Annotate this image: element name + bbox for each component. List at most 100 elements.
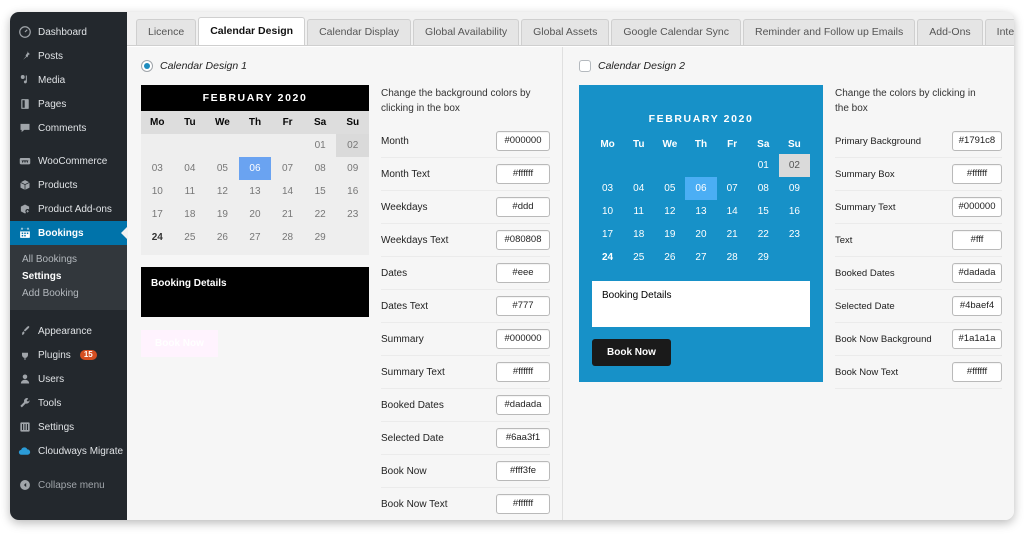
color-value-input[interactable]: #dadada — [496, 395, 550, 415]
tab-calendar-design[interactable]: Calendar Design — [198, 17, 306, 45]
sidebar-item-appearance[interactable]: Appearance — [10, 319, 127, 343]
calendar-day-cell[interactable]: 16 — [779, 200, 810, 223]
color-value-input[interactable]: #1791c8 — [952, 131, 1002, 151]
submenu-item-add-booking[interactable]: Add Booking — [10, 285, 127, 302]
calendar-day-cell[interactable]: 22 — [304, 203, 337, 226]
color-value-input[interactable]: #4baef4 — [952, 296, 1002, 316]
color-value-input[interactable]: #080808 — [496, 230, 550, 250]
calendar-day-cell[interactable]: 24 — [592, 246, 623, 269]
calendar-day-cell[interactable]: 09 — [779, 177, 810, 200]
calendar-design-2-checkbox[interactable] — [579, 60, 591, 72]
submenu-item-settings[interactable]: Settings — [10, 268, 127, 285]
calendar-day-cell[interactable]: 03 — [592, 177, 623, 200]
sidebar-item-media[interactable]: Media — [10, 68, 127, 92]
calendar-day-cell[interactable]: 27 — [239, 226, 272, 249]
sidebar-item-products[interactable]: Products — [10, 173, 127, 197]
calendar-design-1-radio[interactable] — [141, 60, 153, 72]
color-value-input[interactable]: #fff — [952, 230, 1002, 250]
tab-licence[interactable]: Licence — [136, 19, 197, 45]
sidebar-item-settings[interactable]: Settings — [10, 415, 127, 439]
calendar-day-cell[interactable]: 26 — [206, 226, 239, 249]
calendar-day-cell[interactable]: 19 — [654, 223, 685, 246]
sidebar-item-bookings[interactable]: Bookings — [10, 221, 127, 245]
calendar-day-cell[interactable]: 02 — [336, 134, 369, 157]
calendar-day-cell[interactable]: 12 — [654, 200, 685, 223]
calendar-day-cell[interactable]: 29 — [304, 226, 337, 249]
sidebar-item-users[interactable]: Users — [10, 367, 127, 391]
calendar-day-cell[interactable]: 11 — [174, 180, 207, 203]
calendar-day-cell[interactable]: 20 — [239, 203, 272, 226]
color-value-input[interactable]: #ffffff — [952, 164, 1002, 184]
calendar-day-cell[interactable]: 07 — [717, 177, 748, 200]
calendar-day-cell[interactable]: 10 — [141, 180, 174, 203]
tab-integrations[interactable]: Integrations — [984, 19, 1014, 45]
calendar-day-cell[interactable]: 08 — [748, 177, 779, 200]
calendar-day-cell[interactable]: 05 — [654, 177, 685, 200]
calendar-day-cell[interactable]: 14 — [717, 200, 748, 223]
calendar-day-cell[interactable]: 18 — [174, 203, 207, 226]
calendar-day-cell[interactable]: 21 — [271, 203, 304, 226]
tab-global-availability[interactable]: Global Availability — [413, 19, 520, 45]
color-value-input[interactable]: #777 — [496, 296, 550, 316]
calendar-day-cell[interactable]: 05 — [206, 157, 239, 180]
color-value-input[interactable]: #000000 — [496, 131, 550, 151]
calendar-day-cell[interactable]: 13 — [685, 200, 716, 223]
sidebar-item-comments[interactable]: Comments — [10, 116, 127, 140]
color-value-input[interactable]: #000000 — [952, 197, 1002, 217]
calendar-day-cell[interactable]: 01 — [748, 154, 779, 177]
calendar-day-cell[interactable]: 02 — [778, 154, 810, 177]
calendar-day-cell[interactable]: 21 — [717, 223, 748, 246]
calendar-day-cell[interactable]: 19 — [206, 203, 239, 226]
tab-calendar-display[interactable]: Calendar Display — [307, 19, 412, 45]
color-value-input[interactable]: #000000 — [496, 329, 550, 349]
calendar-day-cell[interactable]: 07 — [271, 157, 304, 180]
submenu-item-all-bookings[interactable]: All Bookings — [10, 251, 127, 268]
calendar-day-cell[interactable]: 25 — [174, 226, 207, 249]
calendar-design-2-choice[interactable]: Calendar Design 2 — [579, 57, 1002, 75]
sidebar-item-product-add-ons[interactable]: Product Add-ons — [10, 197, 127, 221]
calendar-day-cell[interactable]: 14 — [271, 180, 304, 203]
book-now-button[interactable]: Book Now — [592, 339, 671, 366]
calendar-day-cell[interactable]: 22 — [748, 223, 779, 246]
calendar-day-cell[interactable]: 24 — [141, 226, 174, 249]
calendar-day-cell[interactable]: 12 — [206, 180, 239, 203]
sidebar-item-tools[interactable]: Tools — [10, 391, 127, 415]
calendar-day-cell[interactable]: 27 — [685, 246, 716, 269]
tab-reminder-follow-up-emails[interactable]: Reminder and Follow up Emails — [743, 19, 916, 45]
calendar-day-cell[interactable]: 16 — [336, 180, 369, 203]
calendar-day-cell[interactable]: 13 — [239, 180, 272, 203]
calendar-day-cell[interactable]: 28 — [717, 246, 748, 269]
sidebar-item-pages[interactable]: Pages — [10, 92, 127, 116]
calendar-day-cell[interactable]: 15 — [748, 200, 779, 223]
calendar-day-cell[interactable]: 23 — [779, 223, 810, 246]
calendar-day-cell[interactable]: 09 — [336, 157, 369, 180]
color-value-input[interactable]: #eee — [496, 263, 550, 283]
tab-google-calendar-sync[interactable]: Google Calendar Sync — [611, 19, 741, 45]
sidebar-collapse-menu[interactable]: Collapse menu — [10, 473, 127, 497]
calendar-day-cell[interactable]: 18 — [623, 223, 654, 246]
calendar-day-cell[interactable]: 04 — [174, 157, 207, 180]
calendar-day-cell[interactable]: 06 — [238, 157, 272, 180]
calendar-day-cell[interactable]: 29 — [748, 246, 779, 269]
color-value-input[interactable]: #ffffff — [496, 164, 550, 184]
calendar-day-cell[interactable]: 03 — [141, 157, 174, 180]
book-now-button[interactable]: Book Now — [141, 330, 218, 357]
calendar-day-cell[interactable]: 26 — [654, 246, 685, 269]
calendar-day-cell[interactable]: 04 — [623, 177, 654, 200]
sidebar-item-dashboard[interactable]: Dashboard — [10, 20, 127, 44]
color-value-input[interactable]: #1a1a1a — [952, 329, 1002, 349]
sidebar-item-cloudways-migrate[interactable]: Cloudways Migrate — [10, 439, 127, 463]
color-value-input[interactable]: #6aa3f1 — [496, 428, 550, 448]
color-value-input[interactable]: #fff3fe — [496, 461, 550, 481]
calendar-day-cell[interactable]: 28 — [271, 226, 304, 249]
tab-add-ons[interactable]: Add-Ons — [917, 19, 983, 45]
color-value-input[interactable]: #dadada — [952, 263, 1002, 283]
calendar-day-cell[interactable]: 17 — [592, 223, 623, 246]
calendar-day-cell[interactable]: 01 — [304, 134, 337, 157]
calendar-design-1-choice[interactable]: Calendar Design 1 — [141, 57, 550, 75]
color-value-input[interactable]: #ffffff — [952, 362, 1002, 382]
sidebar-item-woocommerce[interactable]: WooCommerce — [10, 149, 127, 173]
calendar-day-cell[interactable]: 11 — [623, 200, 654, 223]
calendar-day-cell[interactable]: 08 — [304, 157, 337, 180]
calendar-day-cell[interactable]: 15 — [304, 180, 337, 203]
